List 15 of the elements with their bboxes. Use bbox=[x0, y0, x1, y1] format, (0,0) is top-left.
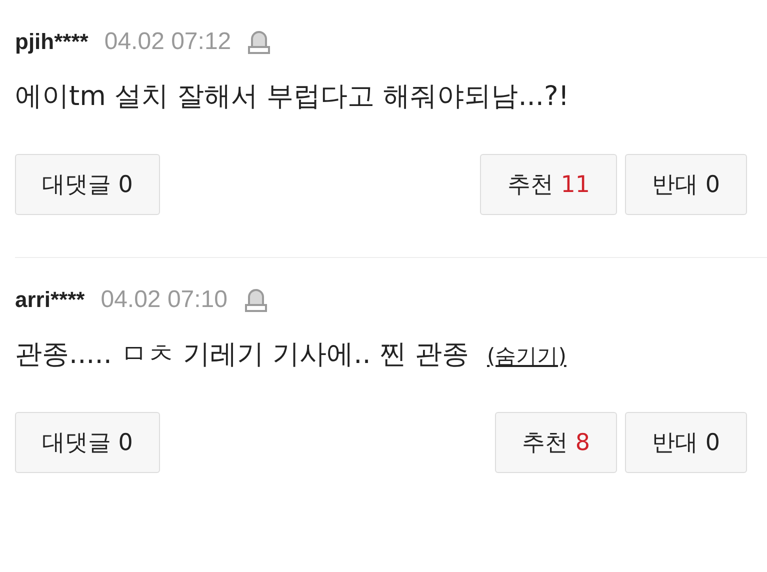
comment-text: 관종..... ㅁㅊ 기레기 기사에.. 찐 관종 bbox=[15, 338, 469, 372]
siren-icon[interactable] bbox=[247, 29, 272, 55]
comment-text: 에이tm 설치 잘해서 부럽다고 해줘야되남...?! bbox=[15, 80, 570, 114]
timestamp: 04.02 07:10 bbox=[100, 286, 228, 314]
reply-button[interactable]: 대댓글 0 bbox=[15, 412, 160, 473]
hide-link[interactable]: (숨기기) bbox=[487, 342, 566, 370]
oppose-button[interactable]: 반대 0 bbox=[625, 154, 747, 215]
reply-button[interactable]: 대댓글 0 bbox=[15, 154, 160, 215]
timestamp: 04.02 07:12 bbox=[104, 28, 232, 56]
username: arri**** bbox=[15, 287, 85, 313]
oppose-button[interactable]: 반대 0 bbox=[625, 412, 747, 473]
username: pjih**** bbox=[15, 29, 88, 55]
siren-icon[interactable] bbox=[244, 287, 268, 313]
recommend-button[interactable]: 추천 11 bbox=[480, 154, 618, 215]
recommend-button[interactable]: 추천 8 bbox=[495, 412, 618, 473]
